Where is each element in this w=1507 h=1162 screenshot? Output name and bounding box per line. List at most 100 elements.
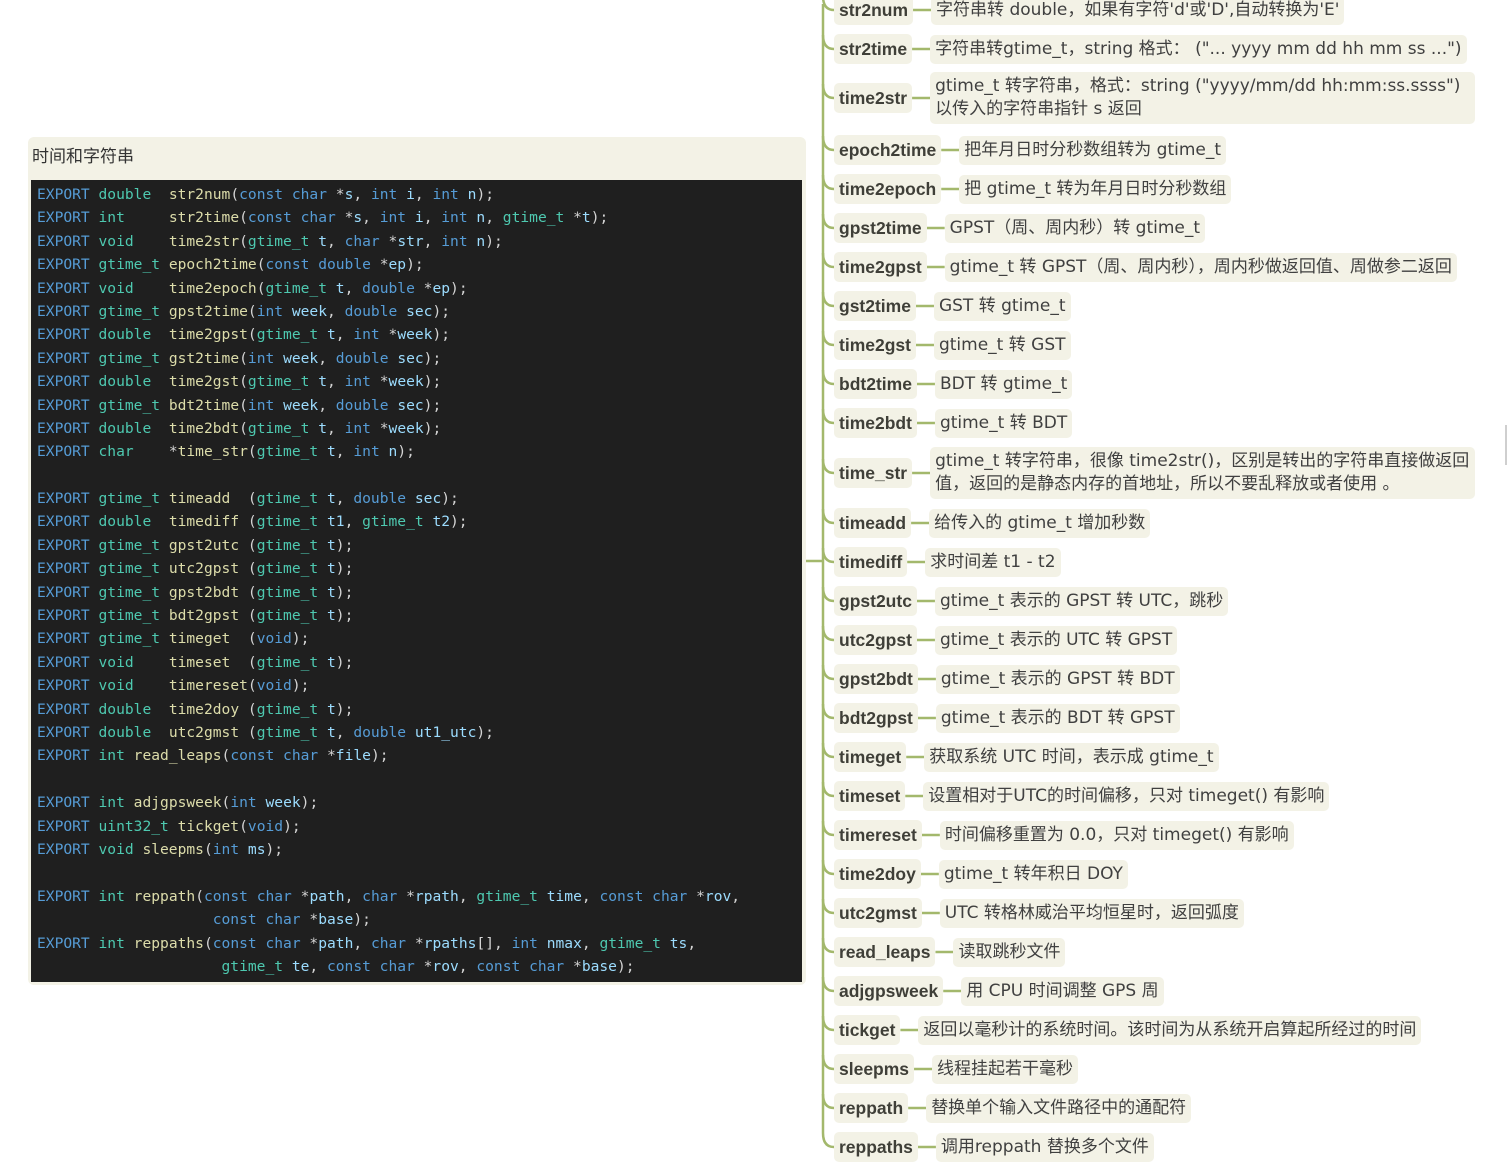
branch-node-time2gpst[interactable]: time2gpst: [834, 252, 927, 282]
branch-node-read_leaps[interactable]: read_leaps: [834, 937, 936, 967]
branch-node-gpst2time[interactable]: gpst2time: [834, 213, 927, 243]
branch-description[interactable]: 把年月日时分秒数组转为 gtime_t: [959, 136, 1227, 165]
code-token: reppath: [133, 887, 196, 905]
code-token: EXPORT: [37, 700, 99, 718]
code-token: );: [370, 747, 389, 765]
code-token: EXPORT: [37, 186, 99, 203]
code-token: t2: [432, 513, 451, 531]
branch-description[interactable]: 获取系统 UTC 时间，表示成 gtime_t: [924, 743, 1219, 772]
code-token: *: [168, 443, 178, 461]
branch-description[interactable]: gtime_t 转 GPST（周、周内秒），周内秒做返回值、周做参二返回: [944, 253, 1457, 282]
code-token: double: [353, 490, 415, 508]
branch-description[interactable]: gtime_t 表示的 GPST 转 BDT: [935, 665, 1180, 694]
code-line: EXPORT gtime_t timeadd (gtime_t t, doubl…: [37, 487, 802, 510]
branch-description[interactable]: 字符串转gtime_t，string 格式： ("... yyyy mm dd …: [930, 35, 1467, 64]
code-token: EXPORT: [37, 677, 99, 695]
code-token: ,: [731, 887, 741, 905]
branch-node-time2epoch[interactable]: time2epoch: [834, 174, 942, 204]
branch-description[interactable]: gtime_t 转年积日 DOY: [938, 860, 1128, 889]
branch-description[interactable]: gtime_t 表示的 UTC 转 GPST: [934, 626, 1178, 655]
branch-node-gpst2bdt[interactable]: gpst2bdt: [834, 664, 918, 694]
code-token: );: [476, 723, 494, 741]
branch-node-utc2gmst[interactable]: utc2gmst: [834, 898, 922, 928]
branch-node-timereset[interactable]: timereset: [834, 820, 922, 850]
branch-node-tickget[interactable]: tickget: [834, 1015, 901, 1045]
branch-description[interactable]: 求时间差 t1 - t2: [925, 548, 1061, 577]
branch-node-bdt2gpst[interactable]: bdt2gpst: [834, 703, 918, 733]
code-token: void: [256, 677, 292, 695]
connector-curve: [821, 547, 835, 564]
branch-description[interactable]: UTC 转格林威治平均恒星时，返回弧度: [939, 899, 1244, 928]
connector-curve: [821, 83, 835, 100]
code-token: int: [247, 349, 284, 367]
code-token: );: [397, 443, 415, 461]
branch-node-gpst2utc[interactable]: gpst2utc: [834, 586, 917, 616]
code-token: (: [247, 513, 257, 531]
code-token: gtime_t: [98, 490, 169, 508]
branch-node-str2num[interactable]: str2num: [834, 0, 914, 25]
branch-description[interactable]: gtime_t 转字符串，很像 time2str()，区别是转出的字符串直接做返…: [930, 447, 1476, 499]
code-token: *: [327, 747, 336, 765]
branch-description[interactable]: gtime_t 转 BDT: [934, 409, 1073, 438]
code-token: t: [326, 653, 336, 671]
branch-description[interactable]: 线程挂起若干毫秒: [932, 1055, 1079, 1084]
branch-node-bdt2time[interactable]: bdt2time: [834, 369, 917, 399]
branch-node-time2gst[interactable]: time2gst: [834, 330, 916, 360]
branch-description[interactable]: 给传入的 gtime_t 增加秒数: [929, 509, 1151, 538]
code-token: EXPORT: [37, 373, 99, 391]
branch-node-utc2gpst[interactable]: utc2gpst: [834, 625, 917, 655]
branch-description[interactable]: 读取跳秒文件: [953, 938, 1066, 967]
code-token: EXPORT: [37, 349, 99, 367]
branch-description[interactable]: gtime_t 转 GST: [933, 331, 1071, 360]
connector-curve: [821, 252, 835, 269]
code-token: EXPORT: [37, 630, 99, 648]
code-token: (: [239, 396, 248, 414]
branch-node-time2doy[interactable]: time2doy: [834, 859, 921, 889]
code-token: epoch2time: [168, 256, 257, 274]
branch-description[interactable]: 调用reppath 替换多个文件: [935, 1133, 1154, 1162]
branch-node-timeset[interactable]: timeset: [834, 781, 906, 811]
branch-node-time_str[interactable]: time_str: [834, 458, 913, 488]
branch-description[interactable]: 设置相对于UTC的时间偏移，只对 timeget() 有影响: [923, 782, 1330, 811]
connector-curve: [821, 135, 835, 152]
branch-node-timediff[interactable]: timediff: [834, 547, 908, 577]
code-token: gtime_t: [247, 232, 319, 250]
code-token: timeset: [168, 653, 248, 671]
code-token: (: [195, 887, 204, 905]
code-token: *: [309, 934, 319, 952]
branch-node-timeget[interactable]: timeget: [834, 742, 907, 772]
branch-node-time2bdt[interactable]: time2bdt: [834, 408, 917, 438]
branch-description[interactable]: GST 转 gtime_t: [933, 292, 1071, 321]
branch-description[interactable]: 替换单个输入文件路径中的通配符: [926, 1094, 1192, 1123]
code-token: time2epoch: [168, 279, 257, 297]
branch-node-gst2time[interactable]: gst2time: [834, 291, 916, 321]
branch-node-str2time[interactable]: str2time: [834, 34, 913, 64]
branch-description[interactable]: 时间偏移重置为 0.0，只对 timeget() 有影响: [939, 821, 1294, 850]
branch-description[interactable]: gtime_t 表示的 BDT 转 GPST: [935, 704, 1180, 733]
code-token: (: [247, 443, 257, 461]
code-token: s: [353, 209, 363, 227]
branch-description[interactable]: 用 CPU 时间调整 GPS 周: [961, 977, 1164, 1006]
branch-description[interactable]: GPST（周、周内秒）转 gtime_t: [944, 214, 1206, 243]
branch-description[interactable]: gtime_t 转字符串，格式：string ("yyyy/mm/dd hh:m…: [930, 72, 1476, 124]
branch-node-timeadd[interactable]: timeadd: [834, 508, 912, 538]
branch-description[interactable]: 字符串转 double，如果有字符'd'或'D',自动转换为'E': [931, 0, 1345, 25]
code-token: t: [326, 326, 336, 344]
branch-description[interactable]: 把 gtime_t 转为年月日时分秒数组: [959, 175, 1232, 204]
branch-description[interactable]: 返回以毫秒计的系统时间。该时间为从系统开启算起所经过的时间: [918, 1016, 1422, 1045]
branch-description[interactable]: gtime_t 表示的 GPST 转 UTC，跳秒: [934, 587, 1229, 616]
branch-node-reppaths[interactable]: reppaths: [834, 1132, 918, 1162]
branch-node-time2str[interactable]: time2str: [834, 83, 913, 113]
code-token: ,: [327, 419, 345, 437]
code-token: gtime_t: [98, 302, 169, 320]
code-token: t: [326, 560, 336, 578]
code-token: int: [379, 209, 415, 227]
branch-description[interactable]: BDT 转 gtime_t: [934, 370, 1073, 399]
code-line: EXPORT double time2gst(gtime_t t, int *w…: [37, 370, 802, 393]
branch-node-reppath[interactable]: reppath: [834, 1093, 909, 1123]
code-token: str2time: [168, 209, 240, 227]
branch-node-adjgpsweek[interactable]: adjgpsweek: [834, 976, 944, 1006]
code-line: EXPORT gtime_t gpst2time(int week, doubl…: [37, 300, 802, 323]
branch-node-sleepms[interactable]: sleepms: [834, 1054, 915, 1084]
branch-node-epoch2time[interactable]: epoch2time: [834, 135, 942, 165]
